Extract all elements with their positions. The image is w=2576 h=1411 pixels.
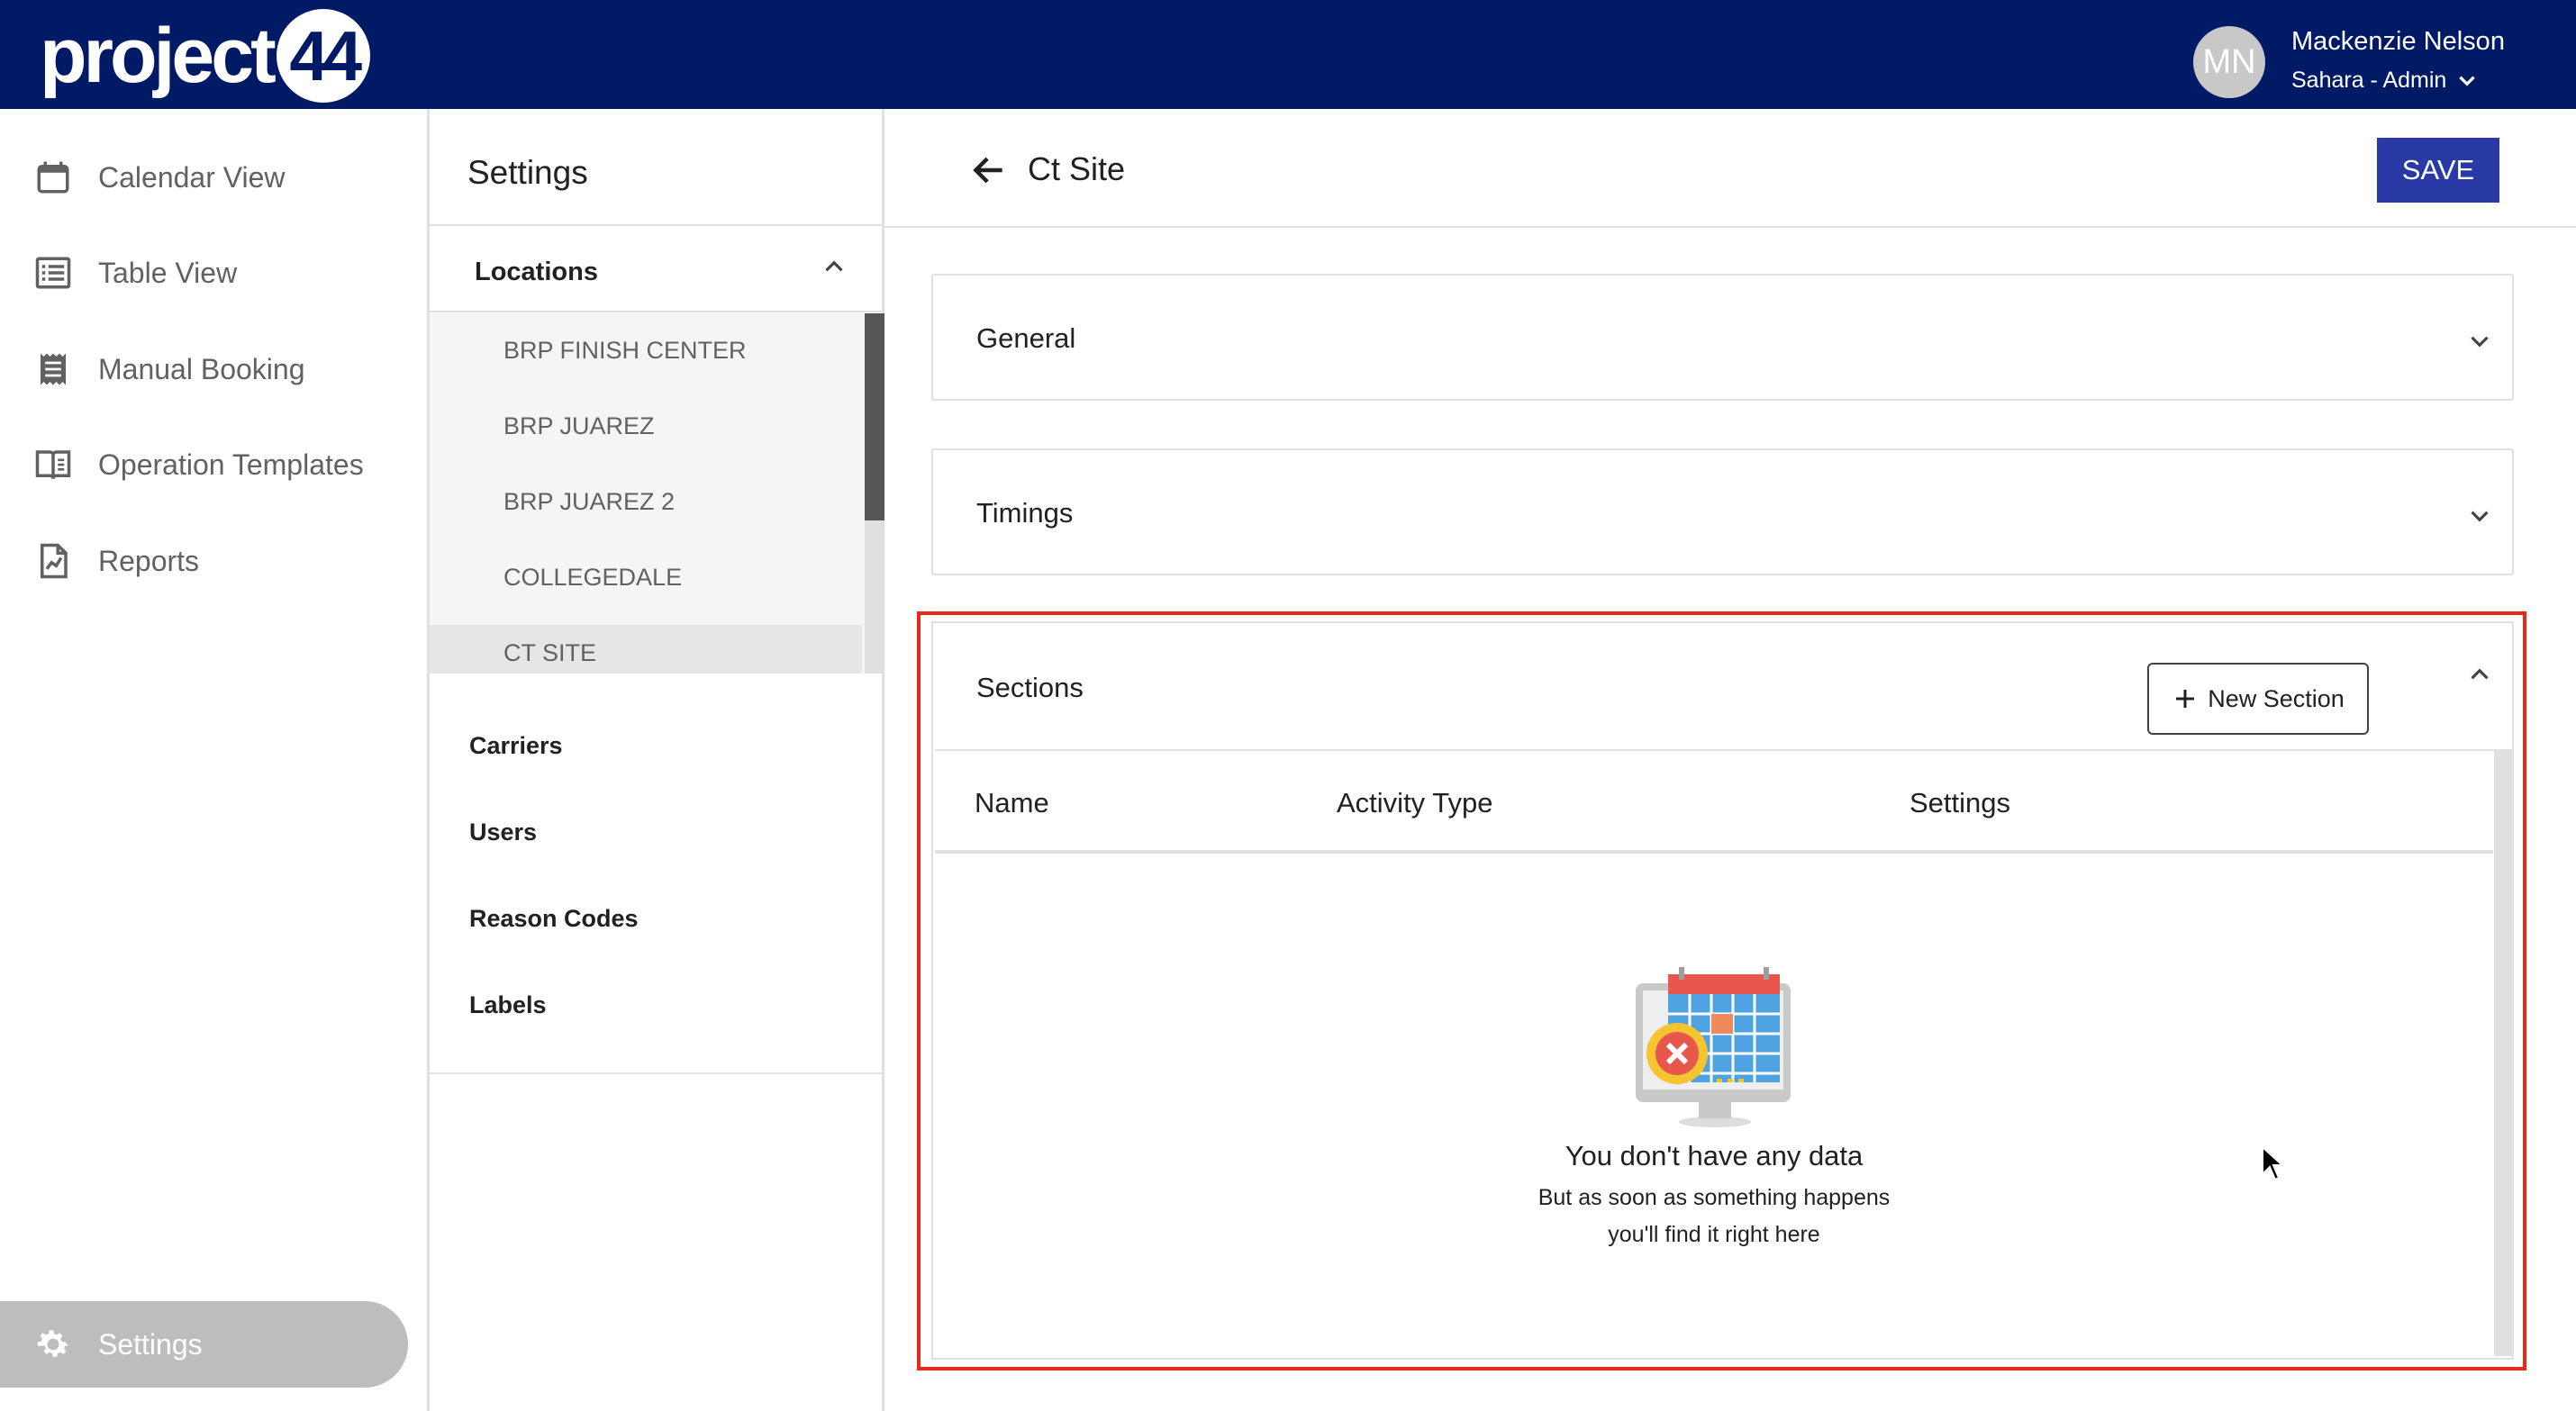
column-header-name[interactable]: Name — [975, 787, 1049, 819]
scrollbar[interactable] — [865, 313, 884, 674]
sidebar-item-label: Manual Booking — [98, 352, 305, 385]
chevron-up-icon[interactable] — [2464, 659, 2495, 690]
column-header-settings[interactable]: Settings — [1909, 787, 2010, 819]
new-section-label: New Section — [2208, 684, 2345, 712]
sidebar-item-label: Reports — [98, 544, 200, 577]
sidebar-item-operation-templates[interactable]: Operation Templates — [0, 426, 427, 503]
save-button[interactable]: SAVE — [2377, 138, 2499, 203]
settings-link-carriers[interactable]: Carriers — [469, 732, 563, 760]
divider — [430, 224, 882, 226]
card-title: Sections — [976, 672, 1084, 703]
card-title: Timings — [976, 497, 1074, 529]
empty-state-title: You don't have any data — [1565, 1140, 1864, 1171]
avatar[interactable]: MN — [2193, 26, 2265, 98]
empty-state-line: But as soon as something happens — [1537, 1185, 1891, 1210]
location-item-selected[interactable]: CT SITE — [430, 625, 862, 674]
user-role-label: Sahara - Admin — [2291, 68, 2447, 93]
sidebar-nav: Calendar View Table View Manual Booking … — [0, 109, 427, 1411]
divider — [935, 850, 2493, 854]
settings-link-labels[interactable]: Labels — [469, 991, 547, 1019]
sidebar-item-calendar-view[interactable]: Calendar View — [0, 139, 427, 216]
divider — [430, 1072, 882, 1074]
location-item[interactable]: BRP FINISH CENTER — [430, 322, 862, 378]
panel-title: Settings — [467, 154, 588, 191]
plus-icon — [2176, 690, 2195, 708]
mouse-cursor-icon — [2262, 1145, 2285, 1181]
location-item[interactable]: COLLEGEDALE — [430, 549, 862, 605]
column-header-activity-type[interactable]: Activity Type — [1337, 787, 1492, 819]
settings-panel: Settings Locations BRP FINISH CENTER BRP… — [427, 109, 884, 1411]
locations-list: BRP FINISH CENTER BRP JUAREZ BRP JUAREZ … — [430, 313, 884, 674]
sidebar-item-label: Operation Templates — [98, 448, 364, 481]
book-icon — [32, 444, 74, 485]
divider — [884, 226, 2576, 228]
scrollbar[interactable] — [2494, 751, 2512, 1356]
sidebar-item-label: Table View — [98, 256, 238, 289]
calendar-icon — [32, 157, 74, 198]
empty-state-line: you'll find it right here — [1608, 1222, 1820, 1247]
user-role-dropdown[interactable]: Sahara - Admin — [2291, 68, 2479, 94]
page-title: Ct Site — [1028, 150, 1126, 187]
sections-card: Sections New Section Name Activity Type … — [931, 621, 2514, 1360]
timings-card[interactable]: Timings — [931, 448, 2514, 575]
chevron-down-icon — [2459, 76, 2476, 86]
card-title: General — [976, 322, 1076, 354]
receipt-icon — [32, 348, 74, 390]
sections-table: Name Activity Type Settings You don't ha… — [935, 749, 2512, 1358]
list-icon — [32, 252, 74, 294]
sidebar-item-reports[interactable]: Reports — [0, 522, 427, 600]
back-arrow-icon[interactable] — [969, 150, 1009, 190]
chevron-down-icon[interactable] — [2464, 326, 2495, 357]
chevron-down-icon[interactable] — [2464, 501, 2495, 531]
locations-header[interactable]: Locations — [475, 258, 598, 287]
project44-logo[interactable]: project 44 — [40, 7, 370, 104]
empty-state-subtitle: But as soon as something happens you'll … — [935, 1180, 2493, 1253]
location-item[interactable]: BRP JUAREZ 2 — [430, 474, 862, 529]
user-name: Mackenzie Nelson — [2291, 27, 2505, 56]
gear-icon — [32, 1324, 74, 1365]
empty-calendar-illustration-icon — [1636, 967, 1791, 1127]
logo-text: project — [40, 12, 277, 99]
settings-link-reason-codes[interactable]: Reason Codes — [469, 905, 639, 933]
settings-link-users[interactable]: Users — [469, 819, 537, 846]
location-item[interactable]: BRP JUAREZ — [430, 398, 862, 454]
logo-badge: 44 — [276, 9, 370, 103]
report-icon — [32, 540, 74, 582]
sidebar-item-manual-booking[interactable]: Manual Booking — [0, 330, 427, 408]
top-bar: project 44 MN Mackenzie Nelson Sahara - … — [0, 0, 2576, 109]
divider — [430, 311, 882, 312]
chevron-up-icon[interactable] — [819, 251, 849, 282]
sidebar-item-label: Calendar View — [98, 160, 286, 194]
new-section-button[interactable]: New Section — [2147, 663, 2369, 735]
sidebar-item-table-view[interactable]: Table View — [0, 234, 427, 312]
sidebar-item-settings[interactable]: Settings — [0, 1301, 408, 1388]
scrollbar-thumb[interactable] — [865, 313, 884, 520]
general-card[interactable]: General — [931, 274, 2514, 401]
sidebar-item-label: Settings — [98, 1327, 203, 1361]
